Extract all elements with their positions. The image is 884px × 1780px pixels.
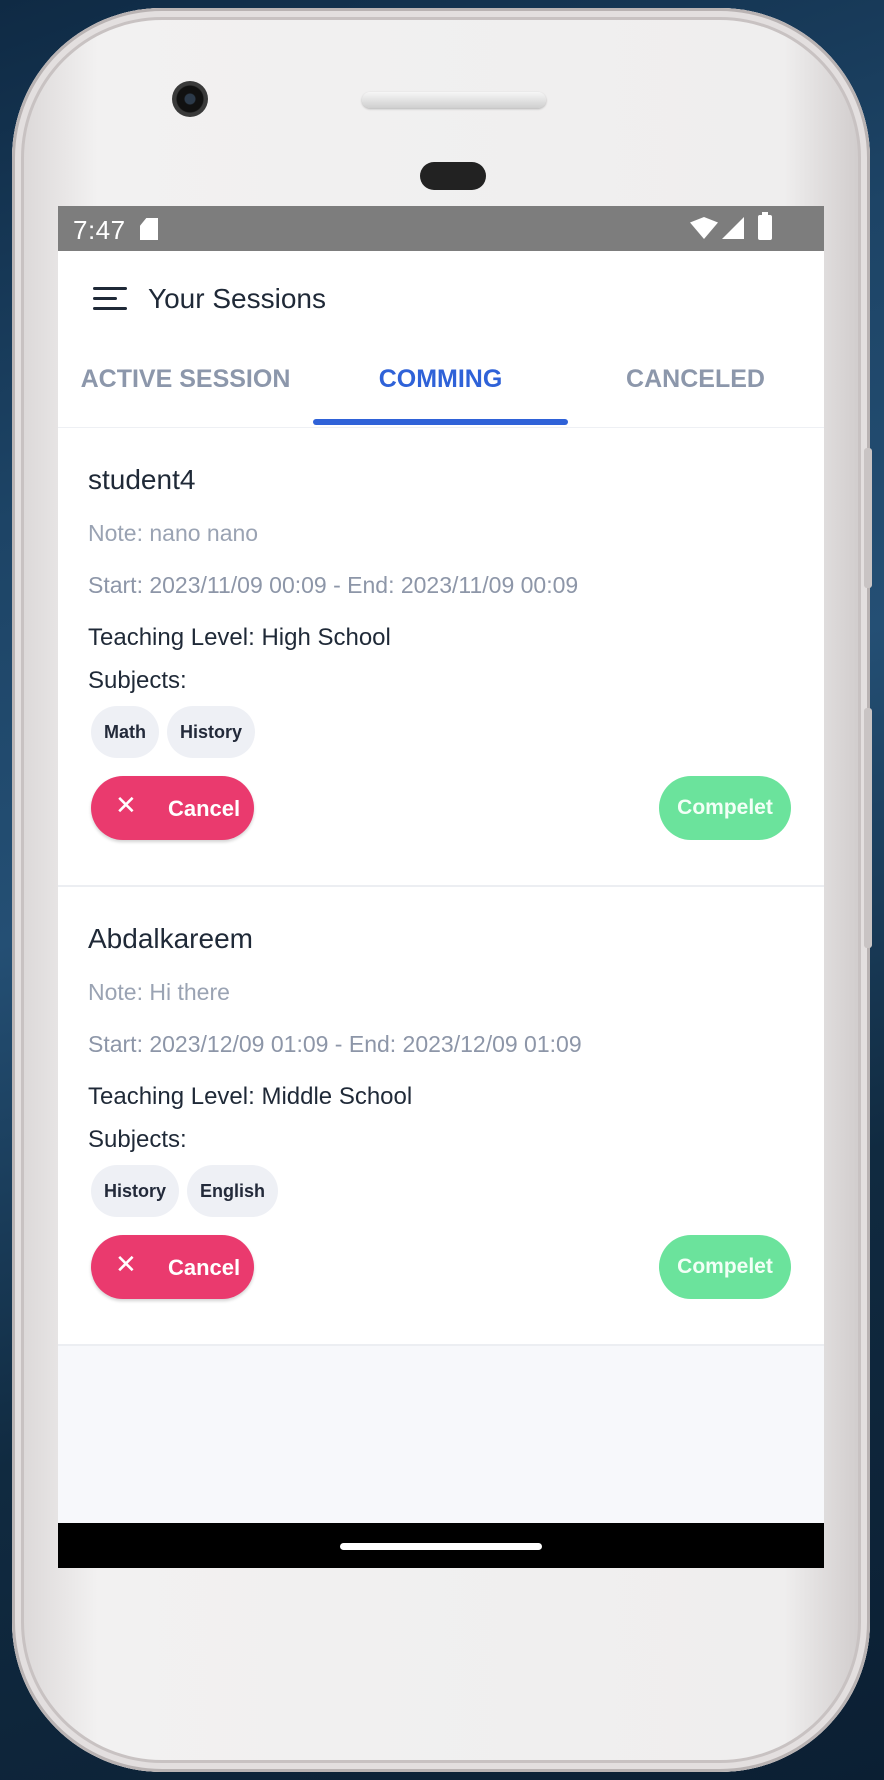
- tab-active-session[interactable]: ACTIVE SESSION: [58, 359, 313, 427]
- cancel-button-label: Cancel: [168, 796, 241, 821]
- session-dates: Start: 2023/11/09 00:09 - End: 2023/11/0…: [88, 572, 579, 598]
- navigation-bar: [58, 1523, 824, 1568]
- page-title: Your Sessions: [148, 283, 326, 314]
- active-tab-indicator: [313, 419, 568, 425]
- tab-bar: ACTIVE SESSION COMMING CANCELED: [58, 359, 824, 428]
- status-bar: 7:47: [58, 206, 824, 251]
- wifi-icon: [690, 217, 718, 239]
- sd-card-icon: [140, 218, 158, 240]
- subject-chip: English: [187, 1165, 279, 1217]
- teaching-level: Teaching Level: Middle School: [88, 1083, 413, 1110]
- student-name: Abdalkareem: [88, 923, 253, 954]
- power-button: [864, 448, 872, 588]
- subject-chips: Math History: [91, 706, 256, 758]
- subject-chip: Math: [91, 706, 159, 758]
- signal-icon: [722, 217, 744, 239]
- subject-chip: History: [167, 706, 256, 758]
- earpiece-speaker: [362, 92, 546, 108]
- home-gesture-bar[interactable]: [340, 1543, 542, 1550]
- cancel-button[interactable]: ✕ Cancel: [91, 1235, 254, 1299]
- menu-icon[interactable]: [93, 287, 127, 313]
- device-screen: 7:47 Your Sessions ACTIVE SESSION COMMIN…: [58, 206, 824, 1568]
- session-card: Abdalkareem Note: Hi there Start: 2023/1…: [58, 887, 824, 1346]
- student-name: student4: [88, 464, 196, 495]
- subject-chip: History: [91, 1165, 180, 1217]
- battery-icon: [758, 212, 772, 240]
- session-note: Note: Hi there: [88, 979, 230, 1005]
- cancel-button-label: Cancel: [168, 1255, 241, 1280]
- app-bar: Your Sessions: [58, 251, 824, 359]
- complete-button[interactable]: Compelet: [659, 1235, 791, 1299]
- status-time: 7:47: [73, 215, 126, 245]
- subjects-label: Subjects:: [88, 1126, 187, 1153]
- volume-button: [864, 708, 872, 948]
- teaching-level: Teaching Level: High School: [88, 624, 391, 651]
- close-icon: ✕: [115, 790, 137, 820]
- tab-comming[interactable]: COMMING: [313, 359, 568, 427]
- subjects-label: Subjects:: [88, 667, 187, 694]
- front-camera: [172, 81, 208, 117]
- session-card: student4 Note: nano nano Start: 2023/11/…: [58, 428, 824, 887]
- subject-chips: History English: [91, 1165, 279, 1217]
- session-dates: Start: 2023/12/09 01:09 - End: 2023/12/0…: [88, 1031, 582, 1057]
- close-icon: ✕: [115, 1249, 137, 1279]
- tab-canceled[interactable]: CANCELED: [568, 359, 823, 427]
- complete-button[interactable]: Compelet: [659, 776, 791, 840]
- proximity-sensor: [420, 162, 486, 190]
- cancel-button[interactable]: ✕ Cancel: [91, 776, 254, 840]
- session-note: Note: nano nano: [88, 520, 259, 546]
